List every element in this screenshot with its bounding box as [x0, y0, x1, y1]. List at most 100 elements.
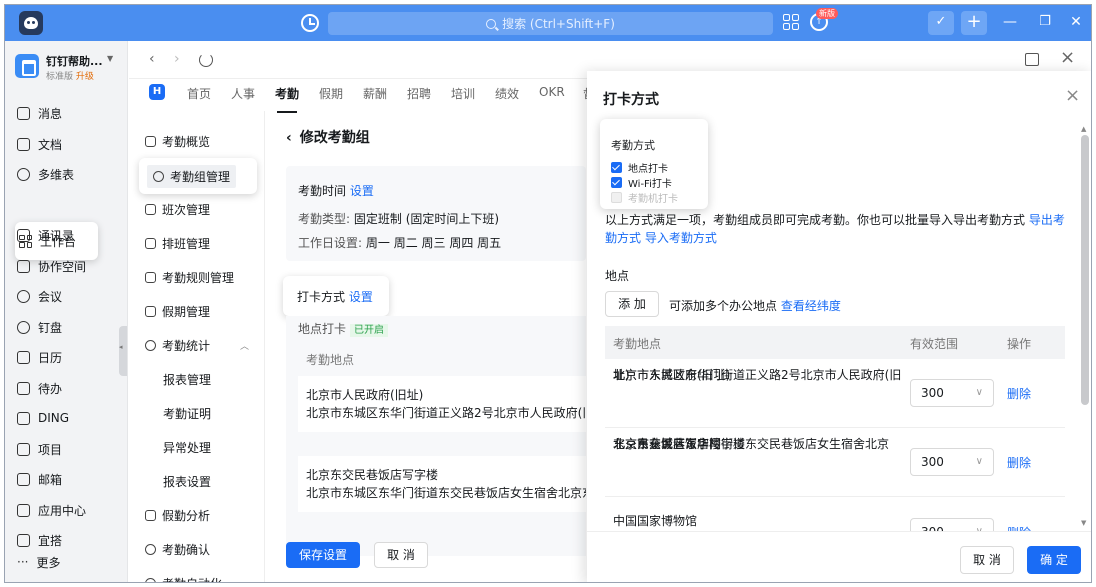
- enabled-badge: 已开启: [350, 324, 389, 337]
- table-row: 北京东交民巷饭店写字楼 北京市东城区东华门街道东交民巷饭店女生宿舍北京 东交民巷饭店…: [605, 428, 1065, 497]
- nav-item-mail[interactable]: 邮箱: [17, 465, 103, 493]
- tab-personnel[interactable]: 人事: [231, 85, 255, 102]
- yida-icon: [17, 533, 30, 547]
- sub-item-leave[interactable]: 假期管理: [145, 299, 210, 323]
- checkin-method-card: 地点打卡 已开启 考勤地点 北京市人民政府(旧址) 北京市东城区东华门街道正义路2号…: [286, 316, 586, 556]
- checkin-method-options: 考勤方式 地点打卡 Wi-Fi打卡 考勤机打卡: [600, 119, 708, 209]
- device-checkin-checkbox[interactable]: 考勤机打卡: [611, 190, 678, 205]
- location-checkin-checkbox[interactable]: 地点打卡: [611, 160, 668, 175]
- search-input[interactable]: 搜索 (Ctrl+Shift+F): [328, 12, 773, 35]
- history-icon[interactable]: [301, 14, 319, 32]
- drawer-confirm-button[interactable]: 确 定: [1027, 546, 1081, 574]
- nav-item-docs[interactable]: 文档: [17, 130, 103, 158]
- wifi-checkin-checkbox[interactable]: Wi-Fi打卡: [611, 175, 672, 190]
- tab-performance[interactable]: 绩效: [495, 85, 519, 102]
- forward-icon[interactable]: ›: [174, 51, 180, 67]
- nav-item-contacts[interactable]: 通讯录: [17, 221, 103, 249]
- nav-item-messages[interactable]: 消息: [17, 99, 103, 127]
- org-avatar: [15, 54, 39, 78]
- checkin-set-link[interactable]: 设置: [349, 290, 373, 304]
- tab-payroll[interactable]: 薪酬: [363, 85, 387, 102]
- delete-link[interactable]: 删除: [1007, 385, 1031, 403]
- org-switcher[interactable]: 钉钉帮助... ▼ 标准版 升级: [15, 51, 125, 82]
- drawer-cancel-button[interactable]: 取 消: [960, 546, 1014, 574]
- scroll-thumb[interactable]: [1081, 135, 1089, 405]
- chevron-down-icon: ▼: [107, 54, 114, 63]
- close-window-button[interactable]: ✕: [1063, 11, 1089, 35]
- app-center-icon: [17, 503, 30, 517]
- todo-check-icon[interactable]: ✓: [928, 11, 954, 35]
- sub-item-schedule[interactable]: 排班管理: [145, 231, 210, 255]
- doc-icon: [17, 137, 30, 151]
- maximize-button[interactable]: ❐: [1032, 11, 1058, 35]
- drawer-scrollbar[interactable]: ▲ ▼: [1081, 125, 1089, 527]
- nav-item-app-center[interactable]: 应用中心: [17, 496, 103, 524]
- tab-training[interactable]: 培训: [451, 85, 475, 102]
- close-icon[interactable]: ×: [1065, 85, 1080, 106]
- method-description: 以上方式满足一项，考勤组成员即可完成考勤。你也可以批量导入导出考勤方式 导出考勤…: [605, 213, 1065, 245]
- add-location-button[interactable]: 添 加: [605, 291, 659, 317]
- back-icon[interactable]: ‹: [149, 51, 155, 67]
- nav-item-multitable[interactable]: 多维表: [17, 160, 103, 188]
- tab-home[interactable]: 首页: [187, 85, 211, 102]
- sub-item-analysis[interactable]: 假勤分析: [145, 503, 210, 527]
- tab-okr[interactable]: OKR: [539, 85, 565, 99]
- apps-icon[interactable]: [783, 14, 799, 30]
- delete-link[interactable]: 删除: [1007, 454, 1031, 472]
- add-icon[interactable]: +: [961, 11, 987, 35]
- popout-icon[interactable]: [1025, 53, 1039, 66]
- nav-item-todo[interactable]: 待办: [17, 374, 103, 402]
- save-settings-button[interactable]: 保存设置: [286, 542, 360, 568]
- sub-item-report-settings[interactable]: 报表设置: [163, 469, 211, 493]
- sub-item-statistics[interactable]: 考勤统计 ︿: [145, 333, 249, 357]
- sub-item-overview[interactable]: 考勤概览: [145, 129, 210, 153]
- time-set-link[interactable]: 设置: [350, 184, 374, 198]
- meeting-icon: [17, 289, 30, 303]
- org-tier: 标准版 升级: [46, 72, 94, 82]
- space-icon: [17, 259, 30, 273]
- sub-item-certificate[interactable]: 考勤证明: [163, 401, 211, 425]
- search-icon: [486, 18, 497, 29]
- org-name: 钉钉帮助...: [46, 55, 103, 68]
- view-latlng-link[interactable]: 查看经纬度: [781, 299, 841, 313]
- collapse-handle[interactable]: [119, 326, 127, 376]
- sub-item-rules[interactable]: 考勤规则管理: [145, 265, 234, 289]
- tab-leave[interactable]: 假期: [319, 85, 343, 102]
- nav-item-drive[interactable]: 钉盘: [17, 313, 103, 341]
- import-link[interactable]: 导入考勤方式: [645, 231, 717, 245]
- sub-item-exceptions[interactable]: 异常处理: [163, 435, 211, 459]
- more-icon: ···: [17, 555, 29, 569]
- range-select[interactable]: 300∨: [910, 379, 994, 407]
- sub-item-automation[interactable]: 考勤自动化: [145, 571, 222, 582]
- sub-item-shift[interactable]: 班次管理: [145, 197, 210, 221]
- table-icon: [17, 167, 30, 181]
- sub-item-confirm[interactable]: 考勤确认: [145, 537, 210, 561]
- dingtalk-logo-icon[interactable]: [19, 11, 43, 35]
- sub-item-group-manage[interactable]: 考勤组管理: [139, 158, 257, 194]
- nav-item-more[interactable]: ··· 更多: [17, 548, 103, 576]
- chevron-up-icon: ︿: [240, 341, 250, 352]
- new-version-badge: 新版: [816, 8, 838, 19]
- upgrade-link[interactable]: 升级: [76, 72, 94, 82]
- nav-item-space[interactable]: 协作空间: [17, 252, 103, 280]
- cancel-button[interactable]: 取 消: [374, 542, 428, 568]
- nav-item-calendar[interactable]: 日历: [17, 343, 103, 371]
- sub-item-reports[interactable]: 报表管理: [163, 367, 211, 391]
- refresh-icon[interactable]: [199, 53, 213, 67]
- app-window: 搜索 (Ctrl+Shift+F) ↑ 新版 ✓ + — ❐ ✕ 钉钉帮助...…: [4, 4, 1092, 583]
- add-location-hint: 可添加多个办公地点 查看经纬度: [669, 299, 841, 313]
- nav-item-meeting[interactable]: 会议: [17, 282, 103, 310]
- tab-attendance[interactable]: 考勤: [275, 85, 299, 113]
- range-select[interactable]: 300∨: [910, 448, 994, 476]
- drawer-footer: 取 消 确 定: [587, 531, 1091, 582]
- tab-recruit[interactable]: 招聘: [407, 85, 431, 102]
- close-page-icon[interactable]: ×: [1060, 47, 1075, 68]
- nav-item-ding[interactable]: DING: [17, 404, 103, 432]
- attendance-time-card: 考勤时间 设置 考勤类型: 固定班制 (固定时间上下班) 工作日设置: 周一 周…: [286, 166, 586, 261]
- scroll-up-icon: ▲: [1081, 125, 1087, 133]
- back-arrow-icon[interactable]: ‹: [286, 130, 292, 146]
- minimize-button[interactable]: —: [997, 11, 1023, 35]
- nav-item-project[interactable]: 项目: [17, 435, 103, 463]
- chevron-down-icon: ∨: [975, 387, 983, 398]
- workday-row: 工作日设置: 周一 周二 周三 周四 周五: [298, 236, 502, 250]
